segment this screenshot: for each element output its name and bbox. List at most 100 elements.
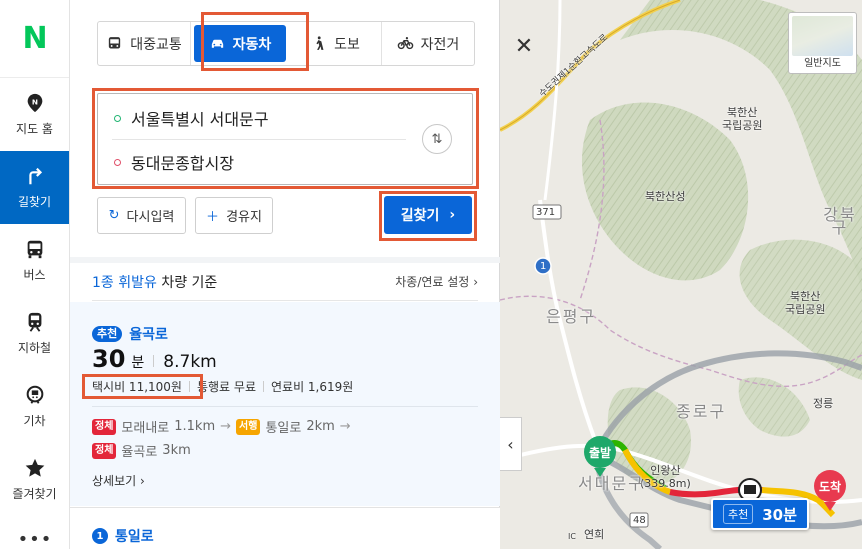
subway-icon	[28, 312, 41, 332]
search-route-button[interactable]: 길찾기 ›	[384, 196, 472, 234]
arrow-right-icon: →	[220, 419, 232, 434]
origin-field[interactable]: 서울특별시 서대문구	[114, 106, 269, 130]
chevron-left-icon: ‹	[507, 434, 514, 454]
end-marker[interactable]: 도착	[814, 470, 846, 511]
pin-tail	[824, 502, 836, 511]
map-view[interactable]: 북한산 국립공원 북한산성 북한산 국립공원 정릉 인왕산 (339.8m) 연…	[500, 0, 862, 549]
rail-item-favorites[interactable]: 즐겨찾기	[0, 443, 69, 516]
naver-logo[interactable]: N	[0, 0, 69, 78]
train-icon	[26, 385, 43, 404]
divider	[153, 355, 155, 367]
rail-item-bus[interactable]: 버스	[0, 224, 69, 297]
directions-panel: 대중교통 자동차 도보 자전거 서울특별시 서대문구 동대문종합시장 ⇅ ↻ 다…	[70, 0, 500, 549]
map-pin-icon: N	[27, 93, 42, 113]
pin-tail	[594, 468, 606, 477]
refresh-icon: ↻	[108, 208, 120, 223]
map-type-toggle[interactable]: 일반지도	[788, 12, 857, 74]
fuel-basis-text: 차량 기준	[161, 274, 218, 291]
tab-label: 자전거	[420, 36, 460, 53]
route-header: 추천 율곡로	[92, 324, 168, 344]
tab-walk[interactable]: 도보	[289, 22, 382, 65]
tab-car[interactable]: 자동차	[194, 25, 286, 62]
collapse-panel-button[interactable]: ‹	[500, 417, 522, 471]
arrow-right-icon: →	[339, 419, 351, 434]
rail-item-label: 길찾기	[17, 195, 52, 209]
star-icon	[25, 458, 44, 477]
route-number-badge: 1	[92, 528, 108, 544]
more-icon[interactable]: •••	[0, 531, 70, 549]
rail-item-directions[interactable]: 길찾기	[0, 151, 69, 224]
route-result-card[interactable]: 추천 율곡로 30 분 8.7km 택시비 11,100원 통행료 무료 연료비…	[70, 302, 500, 506]
map-label-yeonhui: 연희	[584, 528, 605, 541]
destination-field[interactable]: 동대문종합시장	[114, 150, 234, 174]
fuel-settings-row: 1종 휘발유 차량 기준 차종/연료 설정 ›	[92, 263, 478, 301]
map-type-thumbnail	[792, 16, 853, 56]
divider	[188, 381, 190, 392]
summary-time: 30분	[762, 505, 797, 524]
rail-item-label: 기차	[23, 414, 46, 428]
chevron-right-icon: ›	[473, 275, 478, 289]
walk-icon	[316, 36, 324, 50]
route-summary-chip[interactable]: 추천 30분	[711, 498, 809, 530]
swap-icon[interactable]: ⇅	[422, 124, 452, 154]
toll-fee: 통행료 무료	[196, 380, 256, 394]
segment-length: 1.1km	[174, 419, 216, 434]
field-divider	[112, 139, 406, 140]
tab-bike[interactable]: 자전거	[382, 22, 474, 65]
rail-item-train[interactable]: 기차	[0, 370, 69, 443]
tab-label: 대중교통	[130, 36, 182, 53]
road-shield-48: 48	[633, 515, 646, 526]
district-label-jongno: 종로구	[676, 402, 727, 421]
start-marker[interactable]: 출발	[584, 436, 616, 477]
traffic-status-badge: 서행	[236, 418, 261, 435]
rail-item-label: 지하철	[17, 341, 52, 355]
duration-unit: 분	[131, 355, 145, 371]
fuel-basis: 1종 휘발유 차량 기준	[92, 272, 217, 292]
chevron-right-icon: ›	[140, 474, 145, 488]
fuel-settings-link[interactable]: 차종/연료 설정 ›	[395, 273, 478, 290]
reset-label: 다시입력	[126, 210, 175, 225]
segment-line-1: 정체 모래내로 1.1km → 서행 통일로 2km →	[92, 417, 351, 436]
svg-text:N: N	[31, 97, 37, 106]
add-waypoint-button[interactable]: ＋ 경유지	[195, 197, 273, 234]
route-summary: 30 분 8.7km	[92, 345, 217, 373]
map-label-bukhansan-park: 북한산 국립공원	[722, 106, 763, 132]
tab-label: 자동차	[232, 36, 272, 53]
travel-mode-tabs: 대중교통 자동차 도보 자전거	[97, 21, 475, 66]
map-label-bukhan-fortress: 북한산성	[645, 190, 686, 203]
ic-label: IC	[568, 532, 576, 541]
rail-item-subway[interactable]: 지하철	[0, 297, 69, 370]
district-label-seodaemun: 서대문구	[578, 474, 645, 493]
map-label-jeongneung: 정릉	[813, 397, 834, 410]
taxi-fare: 택시비 11,100원	[92, 380, 182, 394]
details-link[interactable]: 상세보기 ›	[92, 472, 145, 489]
map-type-label: 일반지도	[804, 58, 841, 69]
segment-length: 3km	[162, 443, 191, 458]
route-costs: 택시비 11,100원 통행료 무료 연료비 1,619원	[92, 378, 353, 395]
directions-icon	[28, 167, 42, 185]
details-label: 상세보기	[92, 474, 137, 488]
close-icon: ✕	[514, 33, 534, 59]
fuel-type: 1종 휘발유	[92, 274, 157, 291]
recommended-badge: 추천	[92, 326, 123, 342]
route-result-card[interactable]: 1 통일로	[70, 507, 500, 549]
map-label-bukhansan-park-2: 북한산 국립공원	[785, 290, 826, 316]
tab-transit[interactable]: 대중교통	[98, 22, 191, 65]
traffic-status-badge: 정체	[92, 442, 117, 459]
destination-text: 동대문종합시장	[131, 154, 235, 173]
chevron-right-icon: ›	[449, 207, 456, 223]
route-name: 통일로	[115, 529, 154, 545]
rail-item-label: 지도 홈	[16, 122, 53, 136]
close-panel-button[interactable]: ✕	[500, 22, 548, 70]
route-header: 1 통일로	[92, 526, 154, 546]
traffic-status-badge: 정체	[92, 418, 117, 435]
reset-button[interactable]: ↻ 다시입력	[97, 197, 186, 234]
rail-item-map-home[interactable]: N 지도 홈	[0, 78, 69, 151]
segment-road: 통일로	[265, 421, 302, 436]
route-input-box: 서울특별시 서대문구 동대문종합시장 ⇅	[97, 93, 473, 185]
distance-value: 8.7km	[163, 352, 217, 372]
rail-item-label: 버스	[23, 268, 46, 282]
card-divider	[92, 406, 478, 407]
bike-icon	[397, 37, 413, 50]
route-name: 율곡로	[129, 327, 168, 343]
